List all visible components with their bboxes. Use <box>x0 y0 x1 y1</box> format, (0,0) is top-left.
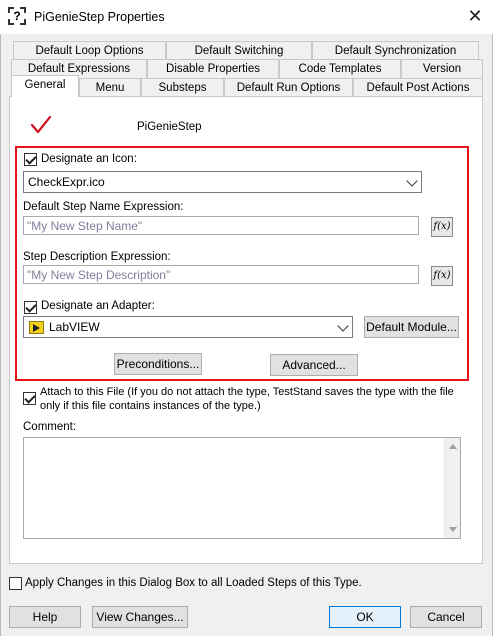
scroll-down-icon[interactable] <box>449 527 457 532</box>
tab-default-switching[interactable]: Default Switching <box>166 41 312 60</box>
window-title: PiGenieStep Properties <box>34 10 165 24</box>
tab-version[interactable]: Version <box>401 59 483 78</box>
designate-icon-label: Designate an Icon: <box>41 153 137 165</box>
attach-label-line1: Attach to this File (If you do not attac… <box>40 386 454 398</box>
comment-scrollbar[interactable] <box>444 438 460 538</box>
default-module-button[interactable]: Default Module... <box>364 316 459 338</box>
tab-code-templates[interactable]: Code Templates <box>279 59 401 78</box>
comment-label: Comment: <box>23 421 77 433</box>
tab-substeps[interactable]: Substeps <box>141 78 224 97</box>
default-name-expression-field[interactable]: "My New Step Name" <box>23 216 419 235</box>
tab-default-post-actions[interactable]: Default Post Actions <box>353 78 483 97</box>
tab-menu[interactable]: Menu <box>79 78 141 97</box>
designate-adapter-label: Designate an Adapter: <box>41 300 155 312</box>
preconditions-button[interactable]: Preconditions... <box>114 353 202 375</box>
tab-default-synchronization[interactable]: Default Synchronization <box>312 41 479 60</box>
apply-all-checkbox[interactable] <box>9 577 22 590</box>
comment-textarea[interactable] <box>23 437 461 539</box>
description-expression-field[interactable]: "My New Step Description" <box>23 265 419 284</box>
icon-select-value: CheckExpr.ico <box>28 175 105 189</box>
designate-adapter-checkbox[interactable] <box>24 301 37 314</box>
chevron-down-icon <box>406 175 418 187</box>
tab-default-run-options[interactable]: Default Run Options <box>224 78 353 97</box>
cancel-button[interactable]: Cancel <box>410 606 482 628</box>
tab-disable-properties[interactable]: Disable Properties <box>147 59 279 78</box>
tab-general[interactable]: General <box>11 75 79 97</box>
step-type-name: PiGenieStep <box>137 121 202 133</box>
labview-adapter-icon <box>29 321 44 334</box>
attach-label-line2: only if this file contains instances of … <box>40 400 261 412</box>
tab-default-loop-options[interactable]: Default Loop Options <box>13 41 166 60</box>
description-label: Step Description Expression: <box>23 251 171 263</box>
scroll-up-icon[interactable] <box>449 444 457 449</box>
ok-button[interactable]: OK <box>329 606 401 628</box>
description-fx-button[interactable]: f(x) <box>431 266 453 286</box>
red-check-icon <box>30 115 52 134</box>
adapter-select-value: LabVIEW <box>49 320 100 334</box>
description-expression-value: "My New Step Description" <box>27 268 171 282</box>
default-name-expression-value: "My New Step Name" <box>27 219 143 233</box>
apply-all-label: Apply Changes in this Dialog Box to all … <box>25 577 362 589</box>
attach-to-file-label: Attach to this File (If you do not attac… <box>40 385 454 413</box>
attach-to-file-checkbox[interactable] <box>23 392 36 405</box>
default-name-fx-button[interactable]: f(x) <box>431 217 453 237</box>
designate-icon-checkbox[interactable] <box>24 153 37 166</box>
close-icon[interactable]: ✕ <box>462 6 488 28</box>
step-type-dashed-icon: ? <box>8 7 26 25</box>
chevron-down-icon <box>337 320 349 332</box>
adapter-select[interactable]: LabVIEW <box>23 316 353 338</box>
help-button[interactable]: Help <box>9 606 81 628</box>
view-changes-button[interactable]: View Changes... <box>92 606 188 628</box>
default-name-label: Default Step Name Expression: <box>23 201 184 213</box>
advanced-button[interactable]: Advanced... <box>270 354 358 376</box>
icon-select[interactable]: CheckExpr.ico <box>23 171 422 193</box>
